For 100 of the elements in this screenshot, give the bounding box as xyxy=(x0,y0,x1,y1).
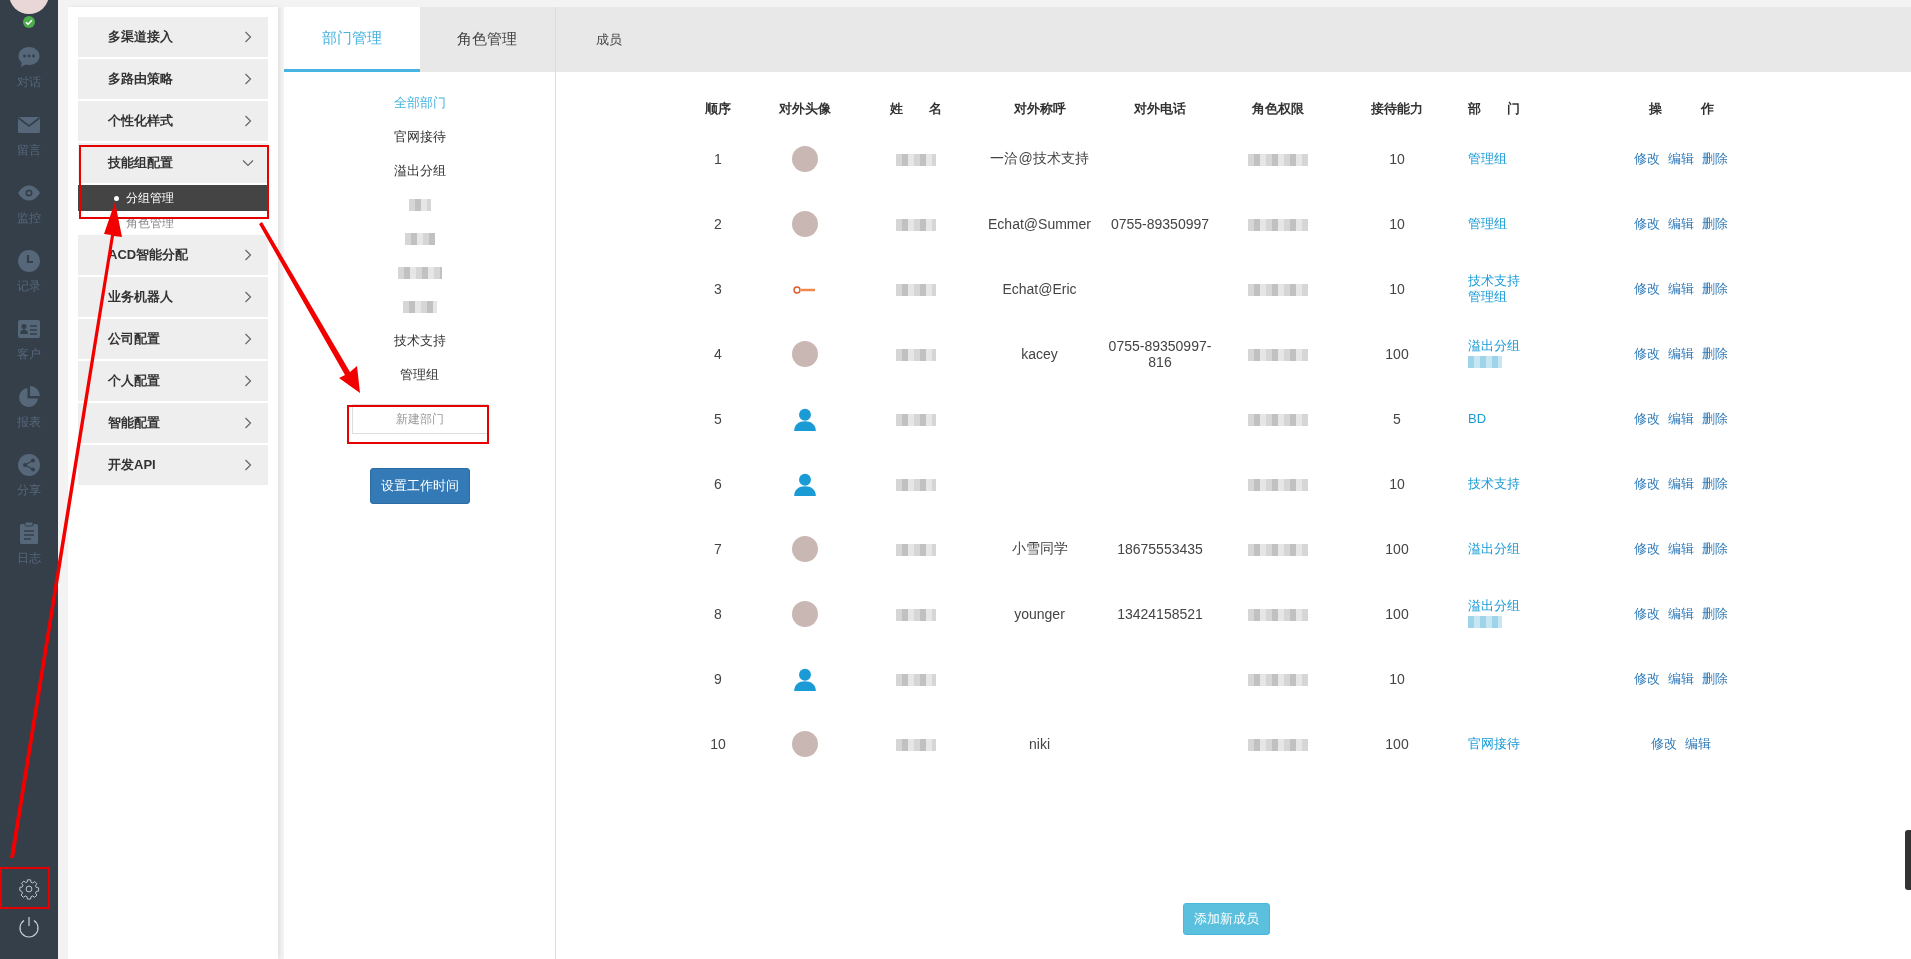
new-department-field[interactable]: 新建部门 xyxy=(351,404,488,434)
action-link[interactable]: 编辑 xyxy=(1668,345,1694,361)
action-link[interactable]: 修改 xyxy=(1634,605,1660,621)
alias-text: 小雪同学 xyxy=(1011,539,1068,556)
action-link[interactable]: 删除 xyxy=(1702,605,1728,621)
department-link[interactable]: 管理组 xyxy=(1468,150,1507,166)
column-header: 顺序 xyxy=(704,100,732,118)
action-link[interactable]: 编辑 xyxy=(1668,540,1694,556)
action-link[interactable]: 删除 xyxy=(1702,540,1728,556)
menu-item[interactable]: ACD智能分配 xyxy=(78,235,268,277)
chat-bubble-icon xyxy=(17,45,41,69)
share-icon xyxy=(17,453,41,477)
capacity-text: 100 xyxy=(1385,735,1409,752)
department-link[interactable]: 管理组 xyxy=(1468,288,1507,304)
phone-text: 0755-89350997-816 xyxy=(1108,337,1212,370)
avatar-photo-placeholder xyxy=(791,145,818,172)
phone-text: 0755-89350997 xyxy=(1110,215,1210,232)
avatar-photo-placeholder xyxy=(791,210,818,237)
action-link[interactable]: 编辑 xyxy=(1668,475,1694,491)
redacted-department xyxy=(1468,356,1502,369)
order-number: 2 xyxy=(714,215,722,232)
action-link[interactable]: 修改 xyxy=(1651,735,1677,751)
phone-text: 13424158521 xyxy=(1117,605,1203,622)
chevron-right-icon xyxy=(242,291,254,303)
power-icon[interactable] xyxy=(17,915,41,939)
department-link[interactable]: 管理组 xyxy=(1468,215,1507,231)
action-link[interactable]: 删除 xyxy=(1702,150,1728,166)
action-link[interactable]: 编辑 xyxy=(1668,215,1694,231)
action-link[interactable]: 删除 xyxy=(1702,215,1728,231)
column-header: 对外电话 xyxy=(1133,100,1187,118)
action-link[interactable]: 删除 xyxy=(1702,670,1728,686)
department-item[interactable]: 官网接待 xyxy=(393,120,446,154)
action-link[interactable]: 修改 xyxy=(1634,215,1660,231)
redacted-department[interactable] xyxy=(397,267,442,279)
department-link[interactable]: 技术支持 xyxy=(1468,475,1520,491)
action-link[interactable]: 编辑 xyxy=(1668,410,1694,426)
capacity-text: 10 xyxy=(1389,215,1405,232)
action-link[interactable]: 编辑 xyxy=(1685,735,1711,751)
chevron-right-icon xyxy=(242,73,254,85)
alias-text: younger xyxy=(1014,605,1065,622)
capacity-text: 10 xyxy=(1389,475,1405,492)
department-link[interactable]: 技术支持 xyxy=(1468,272,1520,288)
department-item[interactable]: 管理组 xyxy=(400,358,439,392)
menu-item[interactable]: 多路由策略 xyxy=(78,59,268,101)
action-link[interactable]: 修改 xyxy=(1634,410,1660,426)
action-link[interactable]: 编辑 xyxy=(1668,280,1694,296)
department-link[interactable]: BD xyxy=(1468,410,1487,426)
action-link[interactable]: 修改 xyxy=(1634,670,1660,686)
department-link[interactable]: 官网接待 xyxy=(1468,735,1520,751)
redacted-department[interactable] xyxy=(402,301,437,313)
capacity-text: 10 xyxy=(1389,280,1405,297)
avatar-photo-placeholder xyxy=(791,535,818,562)
menu-item[interactable]: 个性化样式 xyxy=(78,101,268,143)
action-link[interactable]: 编辑 xyxy=(1668,605,1694,621)
menu-item[interactable]: 公司配置 xyxy=(78,319,268,361)
department-link[interactable]: 溢出分组 xyxy=(1468,540,1520,556)
menu-item[interactable]: 技能组配置 xyxy=(78,143,268,185)
department-item[interactable]: 溢出分组 xyxy=(393,154,446,188)
action-link[interactable]: 删除 xyxy=(1702,410,1728,426)
order-number: 8 xyxy=(714,605,722,622)
action-link[interactable]: 修改 xyxy=(1634,475,1660,491)
department-link[interactable]: 溢出分组 xyxy=(1468,597,1520,613)
chevron-right-icon xyxy=(242,249,254,261)
capacity-text: 100 xyxy=(1385,605,1409,622)
column-header: 对外称呼 xyxy=(1012,100,1067,118)
contact-card-icon xyxy=(17,317,41,341)
department-item[interactable]: 技术支持 xyxy=(393,324,446,358)
tab[interactable]: 角色管理 xyxy=(419,7,555,72)
redacted-department[interactable] xyxy=(408,199,431,211)
menu-item[interactable]: 多渠道接入 xyxy=(78,17,268,59)
action-link[interactable]: 删除 xyxy=(1702,475,1728,491)
redacted-department[interactable] xyxy=(404,233,435,245)
alias-text: kacey xyxy=(1021,345,1058,362)
menu-item[interactable]: 业务机器人 xyxy=(78,277,268,319)
capacity-text: 100 xyxy=(1385,540,1409,557)
menu-item[interactable]: 智能配置 xyxy=(78,403,268,445)
submenu-item[interactable]: 分组管理 xyxy=(78,185,268,211)
action-link[interactable]: 修改 xyxy=(1634,150,1660,166)
action-link[interactable]: 编辑 xyxy=(1668,670,1694,686)
action-link[interactable]: 修改 xyxy=(1634,540,1660,556)
set-work-time-button[interactable]: 设置工作时间 xyxy=(369,468,470,504)
action-link[interactable]: 删除 xyxy=(1702,345,1728,361)
alias-text: Echat@Eric xyxy=(1002,280,1077,297)
chevron-right-icon xyxy=(242,375,254,387)
menu-item[interactable]: 个人配置 xyxy=(78,361,268,403)
redacted-department xyxy=(1468,616,1502,629)
avatar-photo-placeholder xyxy=(791,600,818,627)
department-link[interactable]: 溢出分组 xyxy=(1468,337,1520,353)
column-header: 部 门 xyxy=(1467,100,1521,118)
action-link[interactable]: 删除 xyxy=(1702,280,1728,296)
order-number: 3 xyxy=(714,280,722,297)
alias-text: Echat@Summer xyxy=(988,215,1091,232)
action-link[interactable]: 修改 xyxy=(1634,345,1660,361)
logo-icon xyxy=(792,285,817,294)
action-link[interactable]: 修改 xyxy=(1634,280,1660,296)
settings-icon[interactable] xyxy=(18,878,40,900)
avatar-photo-placeholder xyxy=(791,340,818,367)
menu-item[interactable]: 开发API xyxy=(78,445,268,487)
action-link[interactable]: 编辑 xyxy=(1668,150,1694,166)
scrollbar-thumb[interactable] xyxy=(1905,830,1911,890)
